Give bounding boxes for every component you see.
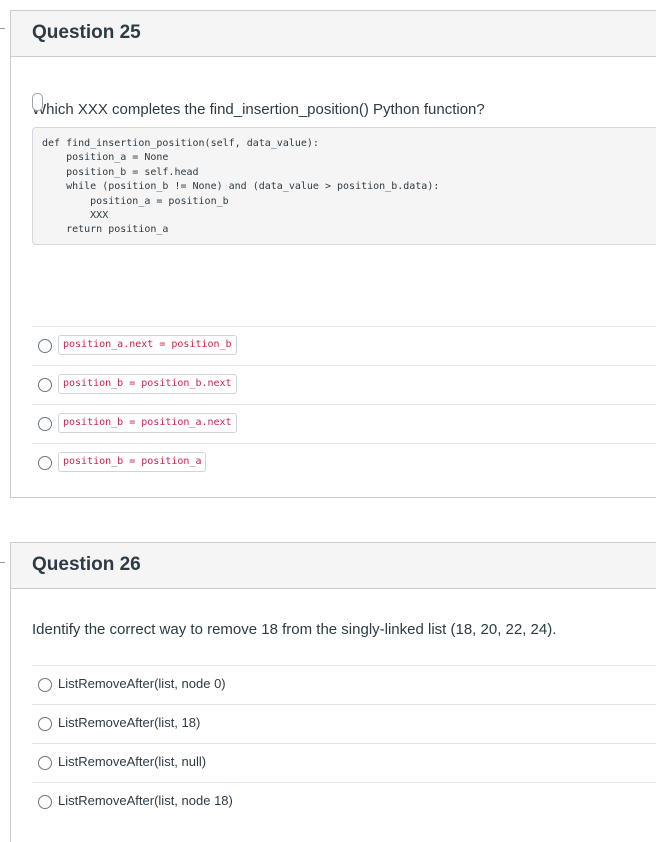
option-label: ListRemoveAfter(list, null) [58,754,207,769]
code-block: def find_insertion_position(self, data_v… [32,127,656,245]
radio-button[interactable] [38,717,52,731]
radio-button[interactable] [38,339,52,353]
radio-button[interactable] [38,678,52,692]
radio-button[interactable] [38,456,52,470]
answer-options: ListRemoveAfter(list, node 0) ListRemove… [32,665,656,821]
option-label: ListRemoveAfter(list, 18) [58,715,201,730]
answer-option[interactable]: position_b = position_a.next [32,404,656,443]
question-header: Question 25 [11,11,656,57]
answer-option[interactable]: ListRemoveAfter(list, null) [32,743,656,782]
question-prompt: Identify the correct way to remove 18 fr… [32,621,557,638]
radio-button[interactable] [38,417,52,431]
question-25-card: Question 25 Which XXX completes the find… [10,10,656,498]
question-title: Question 26 [32,554,141,575]
toggle-switch[interactable] [32,93,43,111]
answer-options: position_a.next = position_b position_b … [32,326,656,482]
answer-option[interactable]: position_b = position_a [32,443,656,482]
question-prompt: Which XXX completes the find_insertion_p… [32,101,485,118]
question-title: Question 25 [32,22,141,43]
option-label: position_b = position_a [58,452,207,472]
question-header: Question 26 [11,543,656,589]
option-label: ListRemoveAfter(list, node 18) [58,793,233,808]
answer-option[interactable]: ListRemoveAfter(list, node 0) [32,665,656,704]
question-26-card: Question 26 Identify the correct way to … [10,542,656,842]
answer-option[interactable]: position_a.next = position_b [32,326,656,365]
radio-button[interactable] [38,795,52,809]
answer-option[interactable]: ListRemoveAfter(list, 18) [32,704,656,743]
option-label: ListRemoveAfter(list, node 0) [58,676,226,691]
radio-button[interactable] [38,378,52,392]
option-label: position_a.next = position_b [58,335,237,355]
answer-option[interactable]: ListRemoveAfter(list, node 18) [32,782,656,821]
radio-button[interactable] [38,756,52,770]
answer-option[interactable]: position_b = position_b.next [32,365,656,404]
option-label: position_b = position_a.next [58,413,237,433]
option-label: position_b = position_b.next [58,374,237,394]
